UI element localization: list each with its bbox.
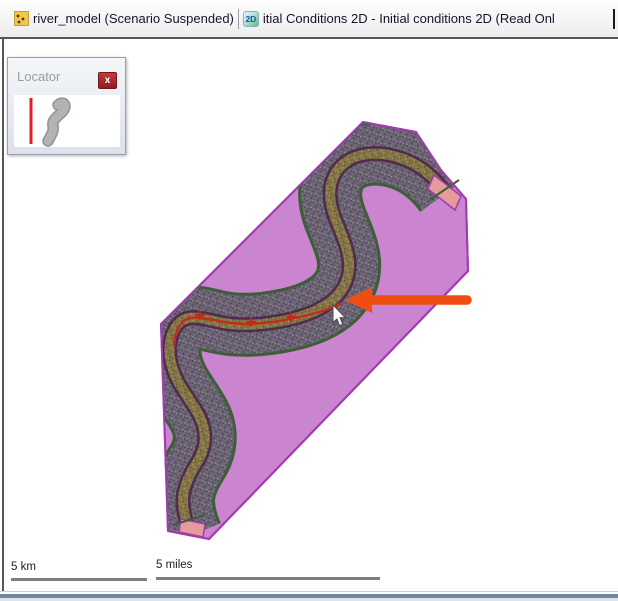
locator-river-thumbnail [42, 97, 71, 147]
scale-km-label: 5 km [11, 561, 36, 573]
locator-map-preview[interactable] [14, 95, 120, 147]
scale-miles-label: 5 miles [156, 559, 193, 571]
scale-miles-bar [156, 577, 380, 580]
panel-bottom-line [0, 591, 618, 592]
locator-close-button[interactable]: x [98, 72, 117, 89]
locator-window[interactable]: Locator x [7, 57, 126, 155]
scale-km-bar [11, 578, 147, 581]
locator-title: Locator [17, 69, 61, 84]
app-window: river_model (Scenario Suspended) 2D itia… [0, 0, 618, 601]
